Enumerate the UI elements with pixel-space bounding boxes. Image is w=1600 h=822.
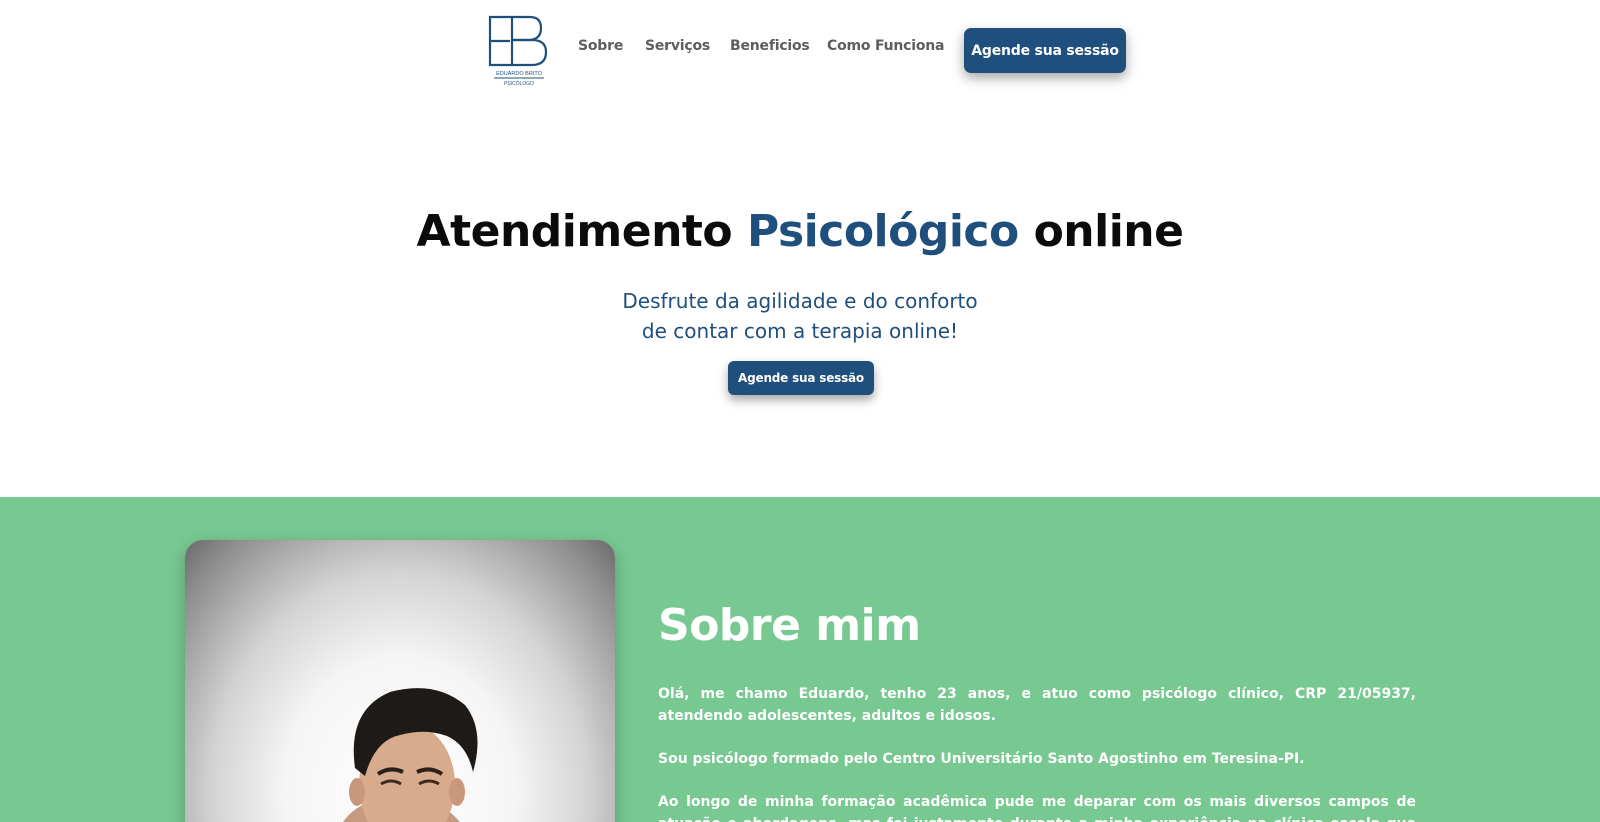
nav-link-beneficios[interactable]: Beneficios	[730, 38, 810, 54]
logo-subtitle: PSICÓLOGO	[504, 80, 534, 87]
logo-name: EDUARDO BRITO	[496, 71, 542, 77]
about-paragraph-2: Sou psicólogo formado pelo Centro Univer…	[658, 751, 1305, 767]
hero-title-part1: Atendimento	[416, 206, 747, 257]
profile-photo	[185, 540, 615, 822]
about-paragraph-1: Olá, me chamo Eduardo, tenho 23 anos, e …	[658, 686, 1416, 724]
site-header: EDUARDO BRITO PSICÓLOGO Sobre Serviços B…	[0, 0, 1600, 100]
hero-subtitle: Desfrute da agilidade e do conforto de c…	[0, 286, 1600, 346]
hero-schedule-button[interactable]: Agende sua sessão	[728, 361, 874, 395]
portrait-illustration	[343, 688, 478, 822]
hero-subtitle-line1: Desfrute da agilidade e do conforto	[622, 289, 978, 313]
brand-logo[interactable]: EDUARDO BRITO PSICÓLOGO	[486, 15, 552, 89]
header-schedule-button[interactable]: Agende sua sessão	[964, 28, 1126, 73]
nav-link-servicos[interactable]: Serviços	[645, 38, 710, 54]
hero-subtitle-line2: de contar com a terapia online!	[641, 319, 959, 343]
nav-link-sobre[interactable]: Sobre	[578, 38, 623, 54]
hero-title: Atendimento Psicológico online	[0, 206, 1600, 257]
about-paragraph-3: Ao longo de minha formação acadêmica pud…	[658, 794, 1416, 822]
about-title: Sobre mim	[658, 600, 921, 651]
nav-link-como-funciona[interactable]: Como Funciona	[827, 38, 945, 54]
hero-title-part2: online	[1018, 206, 1184, 257]
about-section	[0, 497, 1600, 822]
hero-title-accent: Psicológico	[746, 206, 1019, 257]
